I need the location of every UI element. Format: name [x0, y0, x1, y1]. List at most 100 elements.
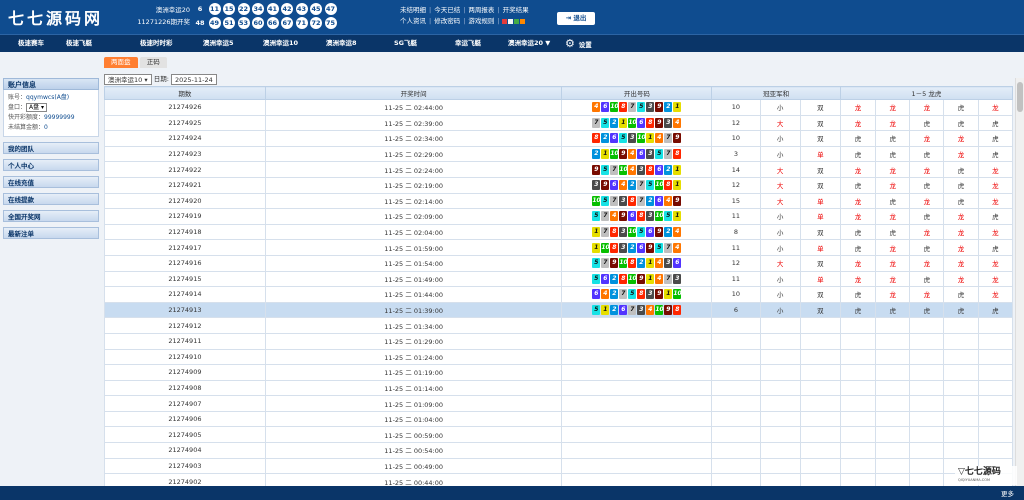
- table-row[interactable]: 21274908 11-25 二 01:14:00: [104, 379, 1014, 397]
- header-link[interactable]: 今天已结: [432, 5, 462, 16]
- size-cell: [759, 317, 801, 334]
- nav-item[interactable]: 极速飞艇: [66, 35, 92, 52]
- nav-label: 澳洲幸运10: [263, 39, 299, 47]
- col-numbers: 开出号码: [561, 86, 713, 100]
- header-link[interactable]: 开奖结果: [501, 5, 531, 16]
- plate-select[interactable]: A盘 ▾: [26, 103, 48, 112]
- time-cell: 11-25 二 01:04:00: [264, 410, 563, 428]
- table-row[interactable]: 21274920 11-25 二 02:14:00 10 5 7 3 8 7 2 6 4 9 15 大单龙…: [104, 192, 1014, 210]
- game-select[interactable]: 澳洲幸运10 ▾: [104, 73, 152, 85]
- theme-color-swatch[interactable]: [501, 18, 507, 24]
- table-row[interactable]: 21274907 11-25 二 01:09:00: [104, 395, 1014, 412]
- sidebar-menu-item[interactable]: 个人中心: [3, 159, 99, 171]
- table-row[interactable]: 21274926 11-25 二 02:44:00 4 6 10 8 7 5 3 9 2 1 10 小双龙…: [104, 99, 1014, 116]
- dragon-tiger-cell: [977, 410, 1014, 428]
- theme-color-swatch[interactable]: [513, 18, 519, 24]
- sidebar-menu-item[interactable]: 在线充值: [3, 176, 99, 188]
- table-row[interactable]: 21274906 11-25 二 01:04:00: [104, 410, 1014, 428]
- draw-number: 5: [646, 180, 655, 191]
- nav-item[interactable]: 幸运飞艇: [455, 35, 481, 52]
- parity-cell: 双: [799, 301, 841, 319]
- more-link[interactable]: 更多: [1001, 488, 1014, 498]
- draw-number: 9: [619, 211, 628, 222]
- sidebar-menu-item[interactable]: 最新注单: [3, 227, 99, 239]
- nav-item[interactable]: 澳洲幸运20 ▼: [508, 35, 550, 52]
- sum-cell: [711, 442, 761, 459]
- table-row[interactable]: 21274917 11-25 二 01:59:00 1 10 8 3 2 6 9 5 7 4 11 小单虎…: [104, 239, 1014, 256]
- period-cell: 21274919: [104, 208, 266, 225]
- header-link[interactable]: 未结明细: [398, 5, 428, 16]
- table-row[interactable]: 21274918 11-25 二 02:04:00 1 7 8 3 10 5 6 9 2 4 8 小双虎虎…: [104, 223, 1014, 241]
- sum-cell: 12: [711, 114, 761, 132]
- dragon-tiger-cell: 虎: [875, 130, 911, 147]
- draw-number: 4: [655, 273, 664, 284]
- numbers-cell: [561, 426, 713, 444]
- draw-number: 6: [619, 305, 628, 316]
- scrollbar[interactable]: [1015, 78, 1024, 486]
- sidebar-menu-item[interactable]: 在线提款: [3, 193, 99, 205]
- draw-number: 3: [628, 133, 637, 144]
- header-link[interactable]: 个人资讯: [398, 16, 428, 27]
- dragon-tiger-cell: [909, 442, 945, 459]
- date-input[interactable]: 2025-11-24: [170, 73, 217, 85]
- table-row[interactable]: 21274916 11-25 二 01:54:00 5 7 9 10 8 2 1 4 3 6 12 大双龙…: [104, 254, 1014, 272]
- header-links: 未结明细 | 今天已结 | 两周报表 | 开奖结果 个人资讯 | 修改密码 | 游戏规则 |: [398, 5, 548, 27]
- table-row[interactable]: 21274923 11-25 二 02:29:00 2 1 10 9 4 6 3 5 7 8 3 小单虎虎…: [104, 145, 1014, 163]
- nav-item[interactable]: 澳洲幸运10: [263, 35, 298, 52]
- account-value: qqymwcs(A盘): [26, 94, 70, 101]
- table-row[interactable]: 21274903 11-25 二 00:49:00: [104, 457, 1014, 475]
- table-row[interactable]: 21274921 11-25 二 02:19:00 3 9 6 4 2 7 5 10 8 1 12 大双虎…: [104, 176, 1014, 194]
- draw-number: 3: [637, 164, 646, 175]
- dragon-tiger-cell: [977, 395, 1014, 412]
- draw-ball: 6: [197, 5, 203, 13]
- draw-number: 10: [628, 227, 637, 238]
- table-row[interactable]: 21274922 11-25 二 02:24:00 9 5 7 10 4 3 8 6 2 1 14 大双龙…: [104, 161, 1014, 178]
- size-cell: [759, 426, 801, 444]
- table-row[interactable]: 21274914 11-25 二 01:44:00 6 4 2 7 5 8 3 9 1 10 10 小双虎…: [104, 286, 1014, 303]
- draw-number: 10: [655, 305, 664, 316]
- draw-number: 8: [673, 305, 682, 316]
- table-row[interactable]: 21274911 11-25 二 01:29:00: [104, 332, 1014, 350]
- sidebar-menu-item[interactable]: 全国开奖网: [3, 210, 99, 222]
- header-link[interactable]: 游戏规则: [466, 16, 496, 27]
- logout-button[interactable]: ⇥ 退出: [557, 12, 595, 25]
- parity-cell: [799, 332, 841, 350]
- table-row[interactable]: 21274904 11-25 二 00:54:00: [104, 442, 1014, 459]
- theme-color-swatch[interactable]: [519, 18, 525, 24]
- scrollbar-thumb[interactable]: [1017, 82, 1023, 112]
- nav-item[interactable]: 澳洲幸运8: [326, 35, 357, 52]
- draw-number: 4: [592, 102, 601, 113]
- period-cell: 21274916: [104, 254, 266, 272]
- table-row[interactable]: 21274910 11-25 二 01:24:00: [104, 348, 1014, 366]
- col-dragon-tiger: 1－5 龙虎: [839, 86, 1014, 100]
- draw-number: 4: [601, 289, 610, 300]
- table-row[interactable]: 21274915 11-25 二 01:49:00 5 6 2 8 10 9 1 4 7 3 11 小单龙…: [104, 270, 1014, 288]
- site-logo[interactable]: 七七源码网: [8, 5, 103, 29]
- table-row[interactable]: 21274919 11-25 二 02:09:00 5 7 4 9 6 8 3 10 5 1 11 小单龙…: [104, 208, 1014, 225]
- draw-number: 9: [610, 258, 619, 269]
- nav-item[interactable]: SG飞艇: [394, 35, 417, 52]
- dragon-tiger-cell: [909, 317, 945, 334]
- nav-item[interactable]: 极速时时彩: [140, 35, 173, 52]
- nav-item[interactable]: 澳洲幸运5: [203, 35, 234, 52]
- table-row[interactable]: 21274925 11-25 二 02:39:00 7 5 2 1 10 6 8 9 3 4 12 大双龙…: [104, 114, 1014, 132]
- draw-number: 8: [610, 242, 619, 253]
- table-row[interactable]: 21274912 11-25 二 01:34:00: [104, 317, 1014, 334]
- nav-settings[interactable]: ⚙ 设置: [565, 35, 592, 52]
- col-time: 开奖时间: [264, 86, 563, 100]
- theme-color-swatch[interactable]: [507, 18, 513, 24]
- draw-number: 1: [673, 211, 682, 222]
- sidebar-menu-item[interactable]: 我的团队: [3, 142, 99, 154]
- tab-main-numbers[interactable]: 正码: [139, 57, 167, 68]
- sum-cell: 10: [711, 130, 761, 147]
- draw-number: 1: [592, 227, 601, 238]
- tab-two-sides[interactable]: 两面盘: [104, 57, 138, 68]
- table-row[interactable]: 21274909 11-25 二 01:19:00: [104, 364, 1014, 381]
- table-row[interactable]: 21274924 11-25 二 02:34:00 8 2 6 5 3 10 1 4 7 9 10 小双虎…: [104, 130, 1014, 147]
- nav-item[interactable]: 极速赛车: [18, 35, 44, 52]
- table-row[interactable]: 21274905 11-25 二 00:59:00: [104, 426, 1014, 444]
- table-row-selected[interactable]: 21274913 11-25 二 01:39:00 5 1 2 6 7 3 4 10 9 8 6 小双虎虎…: [104, 301, 1014, 319]
- header-link[interactable]: 修改密码: [432, 16, 462, 27]
- period-cell: 21274904: [104, 442, 266, 459]
- header-link[interactable]: 两周报表: [466, 5, 496, 16]
